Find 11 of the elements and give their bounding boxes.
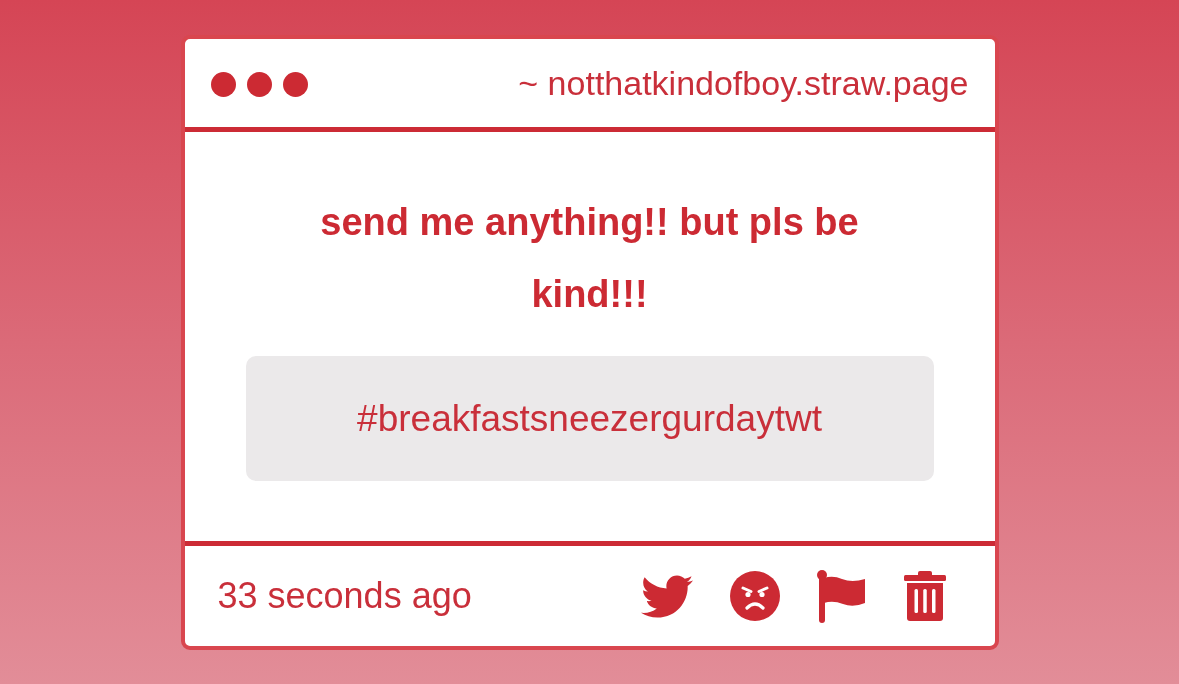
window-dot-icon (246, 71, 272, 97)
window-dot-icon (210, 71, 236, 97)
page-url: ~ notthatkindofboy.straw.page (518, 63, 969, 103)
flag-icon[interactable] (816, 569, 867, 623)
window-dot-icon (282, 71, 308, 97)
trash-icon[interactable] (903, 571, 946, 621)
angry-face-icon[interactable] (729, 571, 780, 621)
message-prompt: send me anything!! but pls be kind!!! (319, 200, 860, 317)
answer-box: #breakfastsneezergurdaytwt (245, 356, 934, 481)
timestamp: 33 seconds ago (217, 575, 472, 617)
bird-icon[interactable] (640, 574, 693, 618)
